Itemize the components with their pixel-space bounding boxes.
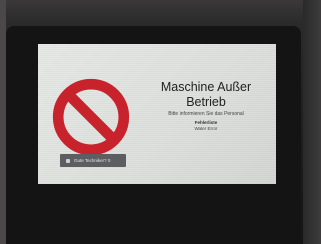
stop-prohibited-icon — [52, 78, 130, 156]
photo-frame: Maschine Außer Betrieb Bitte informieren… — [0, 0, 321, 244]
page-title: Maschine Außer Betrieb — [138, 80, 274, 110]
error-list-label: Fehlerliste — [194, 120, 218, 125]
technician-button[interactable]: Gute Techniker? 0 — [60, 154, 126, 167]
error-value: Water Error — [194, 126, 218, 131]
subtitle: Bitte informieren Sie das Personal — [168, 111, 244, 117]
technician-button-label: Gute Techniker? 0 — [74, 158, 111, 163]
title-line-1: Maschine Außer — [160, 80, 252, 94]
kiosk-screen: Maschine Außer Betrieb Bitte informieren… — [38, 44, 276, 184]
title-line-2: Betrieb — [186, 95, 226, 109]
gear-icon — [66, 158, 70, 163]
wall-right — [303, 0, 321, 244]
